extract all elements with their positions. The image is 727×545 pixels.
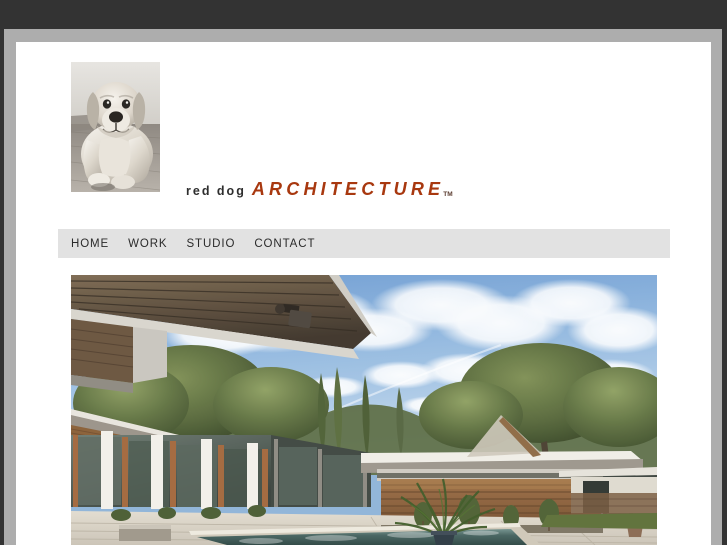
nav-item-work[interactable]: WORK [128, 238, 167, 250]
site-wordmark: red dog ARCHITECTURETM [186, 180, 453, 199]
browser-chrome-band [0, 0, 727, 29]
page-frame: red dog ARCHITECTURETM HOME WORK STUDIO C… [4, 29, 722, 545]
nav-item-home[interactable]: HOME [71, 238, 109, 250]
trademark-mark: TM [443, 191, 453, 198]
nav-item-studio[interactable]: STUDIO [186, 238, 235, 250]
main-navigation: HOME WORK STUDIO CONTACT [58, 229, 670, 258]
nav-item-contact[interactable]: CONTACT [254, 238, 315, 250]
logo-dog-photo [71, 62, 160, 192]
hero-photo [71, 275, 657, 545]
site-header: red dog ARCHITECTURETM [71, 62, 683, 212]
wordmark-reddog: red dog [186, 184, 246, 198]
page-canvas: red dog ARCHITECTURETM HOME WORK STUDIO C… [16, 42, 711, 545]
wordmark-architecture: ARCHITECTURE [251, 179, 445, 199]
